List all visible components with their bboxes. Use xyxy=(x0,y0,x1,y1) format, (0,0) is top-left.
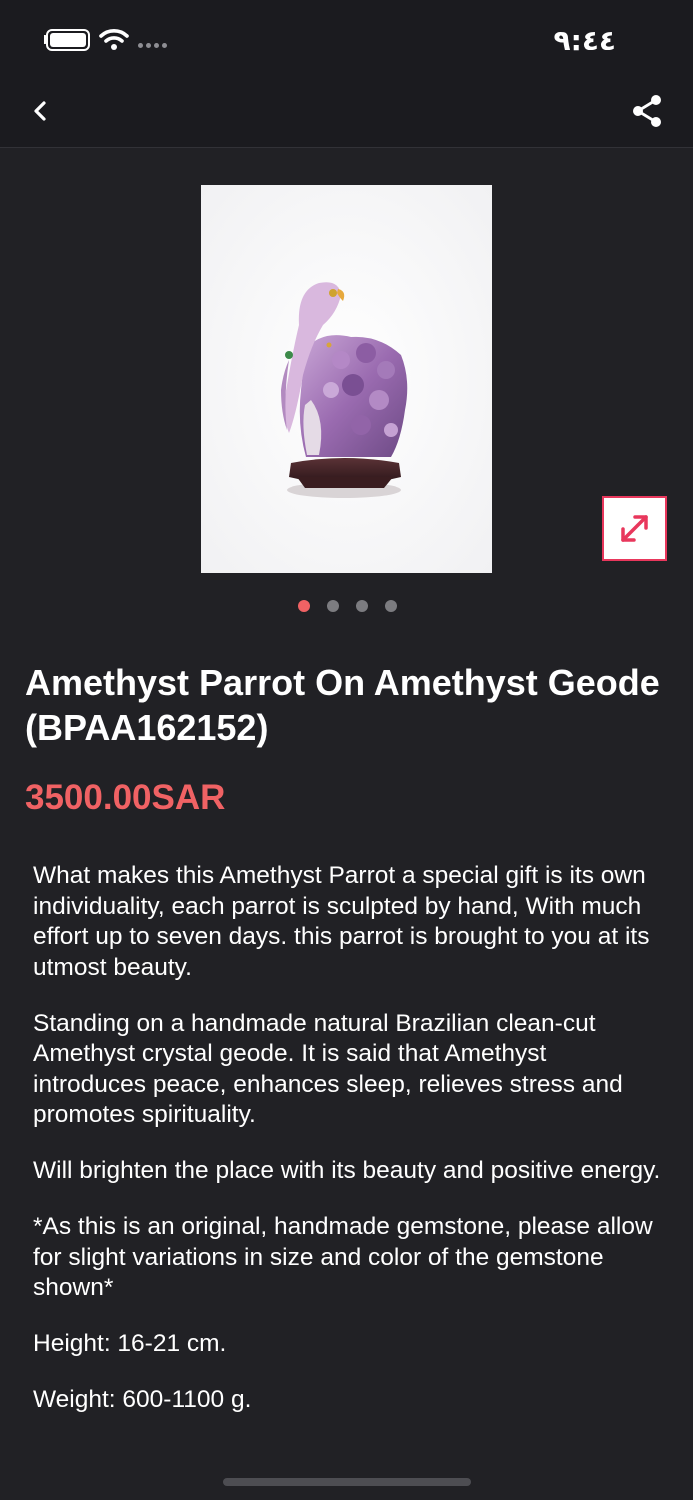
product-description: What makes this Amethyst Parrot a specia… xyxy=(33,861,665,1441)
share-icon[interactable] xyxy=(629,93,665,129)
page-dot-4[interactable] xyxy=(385,600,397,612)
product-price: 3500.00SAR xyxy=(25,778,226,817)
wifi-icon xyxy=(99,29,129,50)
home-indicator[interactable] xyxy=(223,1478,471,1486)
signal-dots-icon xyxy=(138,43,167,48)
status-bar: ٩:٤٤ xyxy=(0,0,693,78)
description-paragraph: Standing on a handmade natural Brazilian… xyxy=(33,1009,623,1129)
image-pagination xyxy=(298,600,397,612)
weight-spec: Weight: 600-1100 g. xyxy=(33,1386,252,1413)
description-paragraph: What makes this Amethyst Parrot a specia… xyxy=(33,862,650,981)
product-image[interactable] xyxy=(201,185,492,573)
nav-bar xyxy=(0,78,693,148)
page-dot-1[interactable] xyxy=(298,600,310,612)
status-time: ٩:٤٤ xyxy=(553,24,616,57)
height-spec: Height: 16-21 cm. xyxy=(33,1330,227,1357)
description-paragraph: Will brighten the place with its beauty … xyxy=(33,1157,661,1184)
amethyst-parrot-image xyxy=(201,185,492,573)
expand-button[interactable] xyxy=(602,496,667,561)
product-title: Amethyst Parrot On Amethyst Geode (BPAA1… xyxy=(25,662,660,748)
battery-full-icon xyxy=(46,29,90,51)
page-dot-3[interactable] xyxy=(356,600,368,612)
chevron-left-icon[interactable] xyxy=(24,95,56,127)
battery-tip xyxy=(44,35,47,44)
expand-arrows-icon xyxy=(621,515,648,542)
page-dot-2[interactable] xyxy=(327,600,339,612)
description-paragraph: *As this is an original, handmade gemsto… xyxy=(33,1213,653,1301)
